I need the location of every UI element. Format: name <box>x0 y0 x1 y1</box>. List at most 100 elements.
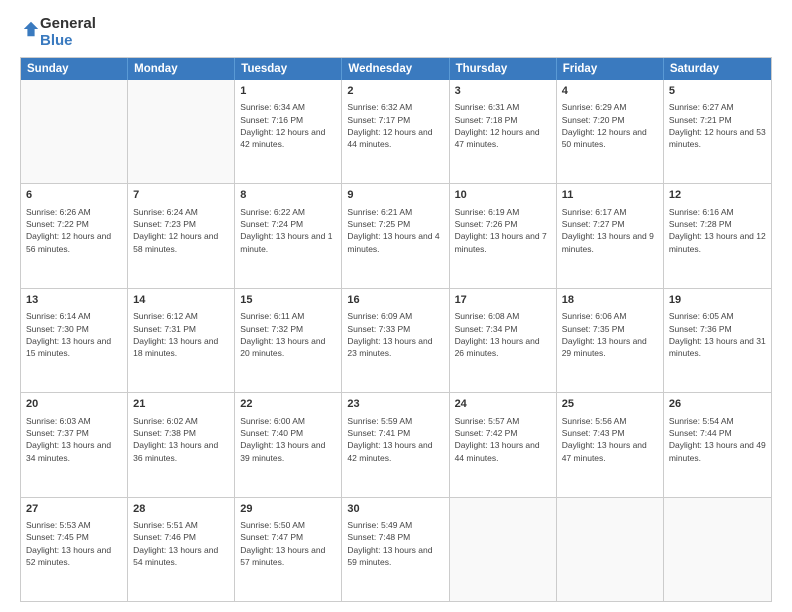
cell-info: Sunrise: 6:26 AM Sunset: 7:22 PM Dayligh… <box>26 206 122 255</box>
logo-text: General Blue <box>40 16 96 49</box>
calendar-cell: 15 Sunrise: 6:11 AM Sunset: 7:32 PM Dayli… <box>235 289 342 392</box>
day-number: 13 <box>26 293 122 308</box>
page: General Blue SundayMondayTuesdayWednesda… <box>0 0 792 612</box>
calendar-cell: 28Sunrise: 5:51 AM Sunset: 7:46 PM Dayli… <box>128 498 235 601</box>
calendar-cell: 25 Sunrise: 5:56 AM Sunset: 7:43 PM Dayli… <box>557 393 664 496</box>
day-number: 14 <box>133 293 229 308</box>
day-number: 3 <box>455 84 551 99</box>
day-number: 20 <box>26 397 122 412</box>
calendar-cell: 30 Sunrise: 5:49 AM Sunset: 7:48 PM Dayli… <box>342 498 449 601</box>
day-number: 8 <box>240 188 336 203</box>
day-number: 11 <box>562 188 658 203</box>
day-number: 2 <box>347 84 443 99</box>
cell-info: Sunrise: 5:50 AM Sunset: 7:47 PM Dayligh… <box>240 519 336 568</box>
day-number: 16 <box>347 293 443 308</box>
day-number: 9 <box>347 188 443 203</box>
day-number: 10 <box>455 188 551 203</box>
day-number: 6 <box>26 188 122 203</box>
calendar-cell <box>21 80 128 183</box>
calendar-cell <box>450 498 557 601</box>
calendar-cell: 20 Sunrise: 6:03 AM Sunset: 7:37 PM Dayli… <box>21 393 128 496</box>
day-of-week-header: Sunday <box>21 58 128 80</box>
cell-info: Sunrise: 6:24 AM Sunset: 7:23 PM Dayligh… <box>133 206 229 255</box>
day-number: 24 <box>455 397 551 412</box>
cell-info: Sunrise: 6:34 AM Sunset: 7:16 PM Dayligh… <box>240 101 336 150</box>
calendar-cell <box>664 498 771 601</box>
calendar-header: SundayMondayTuesdayWednesdayThursdayFrid… <box>21 58 771 80</box>
cell-info: Sunrise: 6:31 AM Sunset: 7:18 PM Dayligh… <box>455 101 551 150</box>
day-of-week-header: Friday <box>557 58 664 80</box>
calendar-cell: 8Sunrise: 6:22 AM Sunset: 7:24 PM Daylig… <box>235 184 342 287</box>
calendar-row: 20 Sunrise: 6:03 AM Sunset: 7:37 PM Dayli… <box>21 392 771 496</box>
calendar-cell: 21Sunrise: 6:02 AM Sunset: 7:38 PM Dayli… <box>128 393 235 496</box>
day-number: 18 <box>562 293 658 308</box>
calendar: SundayMondayTuesdayWednesdayThursdayFrid… <box>20 57 772 602</box>
day-of-week-header: Thursday <box>450 58 557 80</box>
calendar-row: 27 Sunrise: 5:53 AM Sunset: 7:45 PM Dayli… <box>21 497 771 601</box>
logo-icon <box>22 20 40 38</box>
calendar-cell: 22 Sunrise: 6:00 AM Sunset: 7:40 PM Dayli… <box>235 393 342 496</box>
day-of-week-header: Wednesday <box>342 58 449 80</box>
day-number: 21 <box>133 397 229 412</box>
day-of-week-header: Monday <box>128 58 235 80</box>
calendar-cell: 23 Sunrise: 5:59 AM Sunset: 7:41 PM Dayli… <box>342 393 449 496</box>
calendar-cell: 13 Sunrise: 6:14 AM Sunset: 7:30 PM Dayli… <box>21 289 128 392</box>
calendar-cell <box>557 498 664 601</box>
calendar-cell: 1 Sunrise: 6:34 AM Sunset: 7:16 PM Daylig… <box>235 80 342 183</box>
cell-info: Sunrise: 6:00 AM Sunset: 7:40 PM Dayligh… <box>240 415 336 464</box>
cell-info: Sunrise: 5:53 AM Sunset: 7:45 PM Dayligh… <box>26 519 122 568</box>
cell-info: Sunrise: 5:56 AM Sunset: 7:43 PM Dayligh… <box>562 415 658 464</box>
day-number: 19 <box>669 293 766 308</box>
cell-info: Sunrise: 5:59 AM Sunset: 7:41 PM Dayligh… <box>347 415 443 464</box>
calendar-cell: 3 Sunrise: 6:31 AM Sunset: 7:18 PM Daylig… <box>450 80 557 183</box>
day-of-week-header: Tuesday <box>235 58 342 80</box>
day-number: 15 <box>240 293 336 308</box>
cell-info: Sunrise: 6:11 AM Sunset: 7:32 PM Dayligh… <box>240 310 336 359</box>
cell-info: Sunrise: 6:05 AM Sunset: 7:36 PM Dayligh… <box>669 310 766 359</box>
calendar-cell: 18 Sunrise: 6:06 AM Sunset: 7:35 PM Dayli… <box>557 289 664 392</box>
calendar-cell: 19 Sunrise: 6:05 AM Sunset: 7:36 PM Dayli… <box>664 289 771 392</box>
calendar-row: 6 Sunrise: 6:26 AM Sunset: 7:22 PM Daylig… <box>21 183 771 287</box>
day-number: 17 <box>455 293 551 308</box>
calendar-cell: 9 Sunrise: 6:21 AM Sunset: 7:25 PM Daylig… <box>342 184 449 287</box>
day-number: 27 <box>26 502 122 517</box>
cell-info: Sunrise: 6:12 AM Sunset: 7:31 PM Dayligh… <box>133 310 229 359</box>
calendar-body: 1 Sunrise: 6:34 AM Sunset: 7:16 PM Daylig… <box>21 80 771 601</box>
cell-info: Sunrise: 6:06 AM Sunset: 7:35 PM Dayligh… <box>562 310 658 359</box>
cell-info: Sunrise: 6:29 AM Sunset: 7:20 PM Dayligh… <box>562 101 658 150</box>
day-number: 29 <box>240 502 336 517</box>
calendar-cell: 26Sunrise: 5:54 AM Sunset: 7:44 PM Dayli… <box>664 393 771 496</box>
cell-info: Sunrise: 6:27 AM Sunset: 7:21 PM Dayligh… <box>669 101 766 150</box>
cell-info: Sunrise: 6:09 AM Sunset: 7:33 PM Dayligh… <box>347 310 443 359</box>
calendar-cell: 11 Sunrise: 6:17 AM Sunset: 7:27 PM Dayli… <box>557 184 664 287</box>
cell-info: Sunrise: 6:03 AM Sunset: 7:37 PM Dayligh… <box>26 415 122 464</box>
day-number: 22 <box>240 397 336 412</box>
calendar-cell: 10Sunrise: 6:19 AM Sunset: 7:26 PM Dayli… <box>450 184 557 287</box>
cell-info: Sunrise: 5:51 AM Sunset: 7:46 PM Dayligh… <box>133 519 229 568</box>
day-number: 1 <box>240 84 336 99</box>
logo: General Blue <box>20 16 96 49</box>
calendar-cell: 4 Sunrise: 6:29 AM Sunset: 7:20 PM Daylig… <box>557 80 664 183</box>
calendar-cell: 29 Sunrise: 5:50 AM Sunset: 7:47 PM Dayli… <box>235 498 342 601</box>
cell-info: Sunrise: 6:16 AM Sunset: 7:28 PM Dayligh… <box>669 206 766 255</box>
cell-info: Sunrise: 5:49 AM Sunset: 7:48 PM Dayligh… <box>347 519 443 568</box>
cell-info: Sunrise: 6:17 AM Sunset: 7:27 PM Dayligh… <box>562 206 658 255</box>
day-number: 30 <box>347 502 443 517</box>
calendar-cell <box>128 80 235 183</box>
calendar-cell: 16 Sunrise: 6:09 AM Sunset: 7:33 PM Dayli… <box>342 289 449 392</box>
cell-info: Sunrise: 6:14 AM Sunset: 7:30 PM Dayligh… <box>26 310 122 359</box>
calendar-cell: 2Sunrise: 6:32 AM Sunset: 7:17 PM Daylig… <box>342 80 449 183</box>
day-number: 12 <box>669 188 766 203</box>
calendar-cell: 5Sunrise: 6:27 AM Sunset: 7:21 PM Daylig… <box>664 80 771 183</box>
day-number: 4 <box>562 84 658 99</box>
day-number: 25 <box>562 397 658 412</box>
calendar-cell: 6 Sunrise: 6:26 AM Sunset: 7:22 PM Daylig… <box>21 184 128 287</box>
calendar-cell: 12 Sunrise: 6:16 AM Sunset: 7:28 PM Dayli… <box>664 184 771 287</box>
calendar-row: 1 Sunrise: 6:34 AM Sunset: 7:16 PM Daylig… <box>21 80 771 183</box>
day-of-week-header: Saturday <box>664 58 771 80</box>
calendar-cell: 24Sunrise: 5:57 AM Sunset: 7:42 PM Dayli… <box>450 393 557 496</box>
day-number: 23 <box>347 397 443 412</box>
cell-info: Sunrise: 6:21 AM Sunset: 7:25 PM Dayligh… <box>347 206 443 255</box>
calendar-cell: 7Sunrise: 6:24 AM Sunset: 7:23 PM Daylig… <box>128 184 235 287</box>
cell-info: Sunrise: 5:54 AM Sunset: 7:44 PM Dayligh… <box>669 415 766 464</box>
